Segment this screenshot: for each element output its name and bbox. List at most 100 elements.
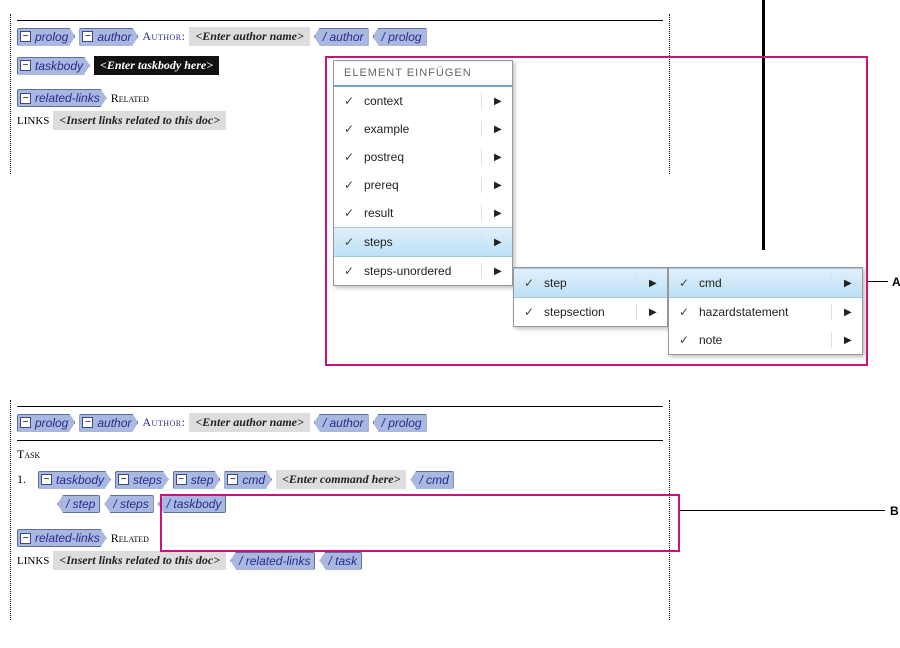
tag-prolog-close[interactable]: / prolog	[373, 28, 427, 46]
check-icon: ✓	[677, 305, 691, 319]
submenu-arrow-icon: ▶	[649, 278, 659, 289]
tag-taskbody-close[interactable]: / taskbody	[158, 495, 227, 513]
canvas: −prolog −author Author: <Enter author na…	[0, 0, 900, 648]
tag-label: / cmd	[419, 473, 448, 487]
tag-steps-open[interactable]: −steps	[115, 471, 169, 489]
menu-item-cmd[interactable]: ✓cmd▶	[669, 268, 862, 298]
menu-item-label: cmd	[699, 276, 819, 290]
tag-author-close[interactable]: / author	[314, 28, 369, 46]
links-placeholder[interactable]: <Insert links related to this doc>	[53, 551, 226, 570]
menu-item-prereq[interactable]: ✓prereq▶	[334, 171, 512, 199]
submenu-arrow-icon: ▶	[494, 266, 504, 277]
separator	[636, 304, 637, 320]
tag-label: / steps	[113, 497, 148, 511]
links-placeholder[interactable]: <Insert links related to this doc>	[53, 111, 226, 130]
submenu-arrow-icon: ▶	[844, 307, 854, 318]
collapse-icon[interactable]: −	[20, 31, 31, 42]
submenu-arrow-icon: ▶	[494, 124, 504, 135]
separator	[481, 234, 482, 250]
separator	[481, 205, 482, 221]
tag-cmd-open[interactable]: −cmd	[224, 471, 272, 489]
collapse-icon[interactable]: −	[176, 474, 187, 485]
tag-task-close[interactable]: / task	[319, 552, 362, 570]
context-menu-sub2[interactable]: ✓cmd▶ ✓ hazardstatement ▶ ✓note▶	[668, 267, 863, 355]
context-menu-main[interactable]: Element einfügen ✓context▶ ✓example▶ ✓po…	[333, 60, 513, 286]
menu-item-stepsection[interactable]: ✓stepsection▶	[514, 298, 667, 326]
context-menu-sub1[interactable]: ✓step▶ ✓stepsection▶	[513, 267, 668, 327]
check-icon: ✓	[342, 122, 356, 136]
prolog-row-top: −prolog −author Author: <Enter author na…	[17, 27, 663, 46]
prolog-row-bottom: −prolog −author Author: <Enter author na…	[17, 413, 663, 432]
tag-prolog-open[interactable]: −prolog	[17, 28, 75, 46]
menu-item-context[interactable]: ✓context▶	[334, 87, 512, 115]
tag-step-close[interactable]: / step	[57, 495, 100, 513]
menu-item-label: postreq	[364, 150, 469, 164]
menu-item-steps-unordered[interactable]: ✓steps-unordered▶	[334, 257, 512, 285]
collapse-icon[interactable]: −	[20, 93, 31, 104]
tag-label: / step	[66, 497, 95, 511]
check-icon: ✓	[342, 94, 356, 108]
author-placeholder[interactable]: <Enter author name>	[189, 27, 309, 46]
cmd-placeholder[interactable]: <Enter command here>	[276, 470, 406, 489]
links-label: links	[17, 555, 49, 567]
separator	[481, 93, 482, 109]
tag-taskbody-open[interactable]: −taskbody	[17, 57, 90, 75]
check-icon: ✓	[342, 206, 356, 220]
relatedlinks-row2-bottom: links <Insert links related to this doc>…	[17, 551, 663, 570]
tag-prolog-close[interactable]: / prolog	[373, 414, 427, 432]
tag-label: / taskbody	[167, 497, 222, 511]
tag-relatedlinks-open[interactable]: −related-links	[17, 529, 107, 547]
tag-relatedlinks-close[interactable]: / related-links	[230, 552, 315, 570]
submenu-arrow-icon: ▶	[649, 307, 659, 318]
collapse-icon[interactable]: −	[227, 474, 238, 485]
collapse-icon[interactable]: −	[41, 474, 52, 485]
list-number: 1.	[17, 472, 26, 487]
taskbody-placeholder[interactable]: <Enter taskbody here>	[94, 56, 219, 75]
separator	[481, 177, 482, 193]
menu-item-note[interactable]: ✓note▶	[669, 326, 862, 354]
tag-label: taskbody	[56, 473, 104, 487]
collapse-icon[interactable]: −	[118, 474, 129, 485]
menu-item-hazardstatement[interactable]: ✓ hazardstatement ▶	[669, 298, 862, 326]
menu-item-label: context	[364, 94, 469, 108]
tag-label: steps	[133, 473, 162, 487]
collapse-icon[interactable]: −	[20, 60, 31, 71]
tag-label: related-links	[35, 531, 100, 545]
tag-cmd-close[interactable]: / cmd	[410, 471, 453, 489]
menu-item-label: step	[544, 276, 624, 290]
submenu-arrow-icon: ▶	[494, 237, 504, 248]
menu-item-label: stepsection	[544, 305, 624, 319]
tag-step-open[interactable]: −step	[173, 471, 221, 489]
collapse-icon[interactable]: −	[82, 417, 93, 428]
collapse-icon[interactable]: −	[20, 417, 31, 428]
tag-label: / prolog	[382, 30, 422, 44]
tag-author-open[interactable]: −author	[79, 414, 138, 432]
tag-label: / related-links	[239, 554, 310, 568]
task-heading: Task	[17, 447, 663, 462]
tag-label: / prolog	[382, 416, 422, 430]
tag-prolog-open[interactable]: −prolog	[17, 414, 75, 432]
tag-label: / author	[323, 416, 364, 430]
menu-item-result[interactable]: ✓result▶	[334, 199, 512, 227]
menu-item-step[interactable]: ✓step▶	[514, 268, 667, 298]
separator	[636, 275, 637, 291]
check-icon: ✓	[342, 264, 356, 278]
menu-item-label: hazardstatement	[699, 305, 819, 319]
tag-steps-close[interactable]: / steps	[104, 495, 153, 513]
tag-label: author	[97, 416, 131, 430]
callout-line-a	[868, 281, 888, 282]
collapse-icon[interactable]: −	[20, 533, 31, 544]
collapse-icon[interactable]: −	[82, 31, 93, 42]
tag-label: author	[97, 30, 131, 44]
tag-author-open[interactable]: −author	[79, 28, 138, 46]
author-placeholder[interactable]: <Enter author name>	[189, 413, 309, 432]
menu-item-label: example	[364, 122, 469, 136]
tag-relatedlinks-open[interactable]: −related-links	[17, 89, 107, 107]
tag-taskbody-open[interactable]: −taskbody	[38, 471, 111, 489]
menu-item-steps[interactable]: ✓steps▶	[334, 227, 512, 257]
check-icon: ✓	[342, 178, 356, 192]
menu-item-postreq[interactable]: ✓postreq▶	[334, 143, 512, 171]
separator	[831, 275, 832, 291]
menu-item-example[interactable]: ✓ example ▶	[334, 115, 512, 143]
tag-author-close[interactable]: / author	[314, 414, 369, 432]
